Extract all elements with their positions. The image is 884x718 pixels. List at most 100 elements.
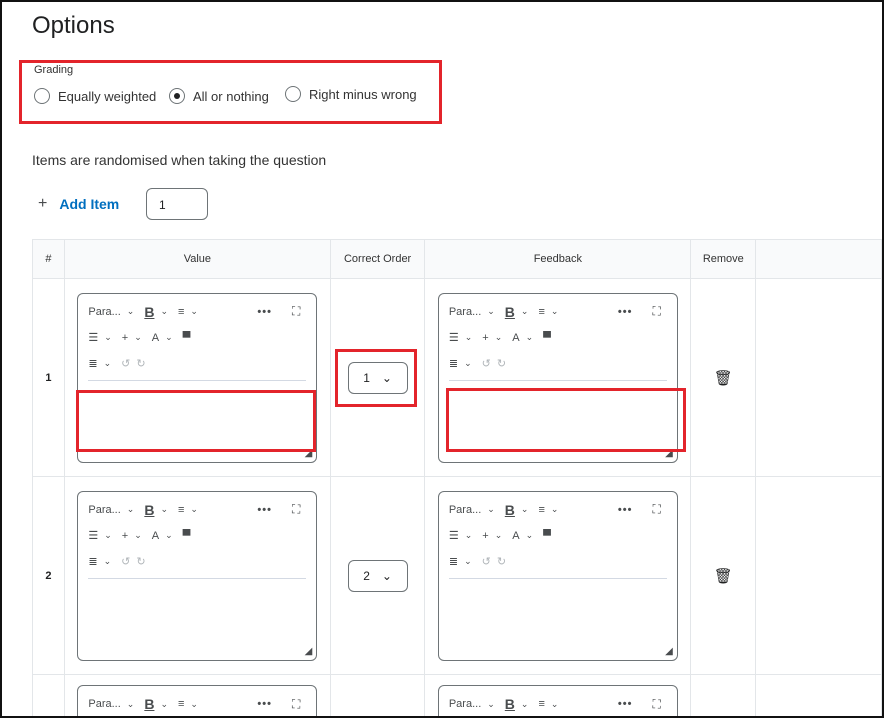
insert-icon[interactable]: +	[482, 530, 488, 542]
bold-button[interactable]: B	[144, 696, 154, 712]
value-editor[interactable]: Para... ⌄ B ⌄ ≡ ⌄ ••• ⛶ ☰ ⌄ + ⌄ A ⌄ ▀ ≣ …	[77, 292, 318, 463]
fullscreen-icon[interactable]: ⛶	[292, 304, 300, 319]
resize-handle-icon[interactable]: ◢	[665, 448, 673, 459]
feedback-editor[interactable]: Para... ⌄ B ⌄ ≡ ⌄ ••• ⛶ ☰ ⌄ + ⌄ A ⌄ ▀ ≣ …	[437, 490, 678, 661]
chevron-down-icon[interactable]: ⌄	[190, 306, 198, 317]
chevron-down-icon[interactable]: ⌄	[464, 556, 472, 567]
trash-icon[interactable]: 🗑	[714, 370, 733, 387]
format-dropdown[interactable]: Para...	[449, 698, 481, 710]
word-count-icon[interactable]: ≣	[449, 555, 458, 568]
chevron-down-icon[interactable]: ⌄	[134, 332, 142, 343]
redo-icon[interactable]: ↻	[136, 357, 145, 370]
correct-order-select[interactable]: 1 ⌄	[347, 361, 408, 394]
chevron-down-icon[interactable]: ⌄	[104, 358, 112, 369]
undo-icon[interactable]: ↺	[121, 357, 130, 370]
word-count-icon[interactable]: ≣	[88, 357, 97, 370]
chevron-down-icon[interactable]: ⌄	[160, 699, 168, 710]
insert-icon[interactable]: +	[122, 332, 128, 344]
align-icon[interactable]: ≡	[178, 504, 184, 516]
correct-order-select[interactable]: 2 ⌄	[347, 559, 408, 592]
more-icon[interactable]: •••	[257, 504, 272, 516]
format-dropdown[interactable]: Para...	[449, 504, 481, 516]
chevron-down-icon[interactable]: ⌄	[487, 699, 495, 710]
radio-circle[interactable]	[285, 86, 301, 102]
fullscreen-icon[interactable]: ⛶	[652, 304, 660, 319]
chevron-down-icon[interactable]: ⌄	[104, 530, 112, 541]
align-icon[interactable]: ≡	[538, 306, 544, 318]
chevron-down-icon[interactable]: ⌄	[127, 699, 135, 710]
chevron-down-icon[interactable]: ⌄	[526, 332, 534, 343]
chevron-down-icon[interactable]: ⌄	[495, 332, 503, 343]
trash-icon[interactable]: 🗑	[714, 568, 733, 585]
chevron-down-icon[interactable]: ⌄	[104, 332, 112, 343]
format-dropdown[interactable]: Para...	[88, 698, 120, 710]
chevron-down-icon[interactable]: ⌄	[465, 530, 473, 541]
chevron-down-icon[interactable]: ⌄	[160, 504, 168, 515]
format-dropdown[interactable]: Para...	[449, 306, 481, 318]
list-icon[interactable]: ☰	[88, 529, 98, 542]
font-style-icon[interactable]: A	[152, 332, 159, 344]
font-style-icon[interactable]: A	[512, 530, 519, 542]
insert-icon[interactable]: +	[122, 530, 128, 542]
chevron-down-icon[interactable]: ⌄	[127, 306, 135, 317]
more-icon[interactable]: •••	[618, 698, 633, 710]
chevron-down-icon[interactable]: ⌄	[165, 332, 173, 343]
word-count-icon[interactable]: ≣	[88, 555, 97, 568]
undo-icon[interactable]: ↺	[121, 555, 130, 568]
list-icon[interactable]: ☰	[88, 331, 98, 344]
bold-button[interactable]: B	[144, 502, 154, 518]
redo-icon[interactable]: ↻	[136, 555, 145, 568]
chevron-down-icon[interactable]: ⌄	[551, 699, 559, 710]
radio-equally-weighted[interactable]: Equally weighted	[34, 88, 156, 104]
align-icon[interactable]: ≡	[538, 698, 544, 710]
align-icon[interactable]: ≡	[538, 504, 544, 516]
list-icon[interactable]: ☰	[449, 331, 459, 344]
format-painter-icon[interactable]: ▀	[183, 332, 191, 344]
chevron-down-icon[interactable]: ⌄	[127, 504, 135, 515]
resize-handle-icon[interactable]: ◢	[305, 448, 313, 459]
format-dropdown[interactable]: Para...	[88, 504, 120, 516]
chevron-down-icon[interactable]: ⌄	[160, 306, 168, 317]
chevron-down-icon[interactable]: ⌄	[521, 504, 529, 515]
radio-circle-selected[interactable]	[169, 88, 185, 104]
chevron-down-icon[interactable]: ⌄	[104, 556, 112, 567]
format-painter-icon[interactable]: ▀	[543, 530, 551, 542]
chevron-down-icon[interactable]: ⌄	[134, 530, 142, 541]
add-item-button[interactable]: + Add Item	[38, 195, 119, 213]
format-painter-icon[interactable]: ▀	[183, 530, 191, 542]
chevron-down-icon[interactable]: ⌄	[190, 699, 198, 710]
redo-icon[interactable]: ↻	[497, 555, 506, 568]
list-icon[interactable]: ☰	[449, 529, 459, 542]
chevron-down-icon[interactable]: ⌄	[487, 504, 495, 515]
chevron-down-icon[interactable]: ⌄	[464, 358, 472, 369]
chevron-down-icon[interactable]: ⌄	[190, 504, 198, 515]
font-style-icon[interactable]: A	[512, 332, 519, 344]
fullscreen-icon[interactable]: ⛶	[292, 697, 300, 712]
align-icon[interactable]: ≡	[178, 698, 184, 710]
more-icon[interactable]: •••	[257, 698, 272, 710]
chevron-down-icon[interactable]: ⌄	[165, 530, 173, 541]
radio-circle[interactable]	[34, 88, 50, 104]
fullscreen-icon[interactable]: ⛶	[652, 697, 660, 712]
bold-button[interactable]: B	[505, 502, 515, 518]
word-count-icon[interactable]: ≣	[449, 357, 458, 370]
resize-handle-icon[interactable]: ◢	[305, 646, 313, 657]
resize-handle-icon[interactable]: ◢	[665, 646, 673, 657]
chevron-down-icon[interactable]: ⌄	[495, 530, 503, 541]
value-editor[interactable]: Para... ⌄ B ⌄ ≡ ⌄ ••• ⛶	[77, 685, 318, 716]
more-icon[interactable]: •••	[618, 504, 633, 516]
chevron-down-icon[interactable]: ⌄	[551, 504, 559, 515]
radio-right-minus-wrong[interactable]: Right minus wrong	[285, 86, 417, 102]
undo-icon[interactable]: ↺	[482, 555, 491, 568]
bold-button[interactable]: B	[505, 304, 515, 320]
fullscreen-icon[interactable]: ⛶	[652, 502, 660, 517]
align-icon[interactable]: ≡	[178, 306, 184, 318]
undo-icon[interactable]: ↺	[482, 357, 491, 370]
font-style-icon[interactable]: A	[152, 530, 159, 542]
more-icon[interactable]: •••	[257, 306, 272, 318]
format-painter-icon[interactable]: ▀	[543, 332, 551, 344]
add-item-count-input[interactable]: 1	[146, 188, 208, 220]
chevron-down-icon[interactable]: ⌄	[521, 306, 529, 317]
format-dropdown[interactable]: Para...	[88, 306, 120, 318]
chevron-down-icon[interactable]: ⌄	[487, 306, 495, 317]
